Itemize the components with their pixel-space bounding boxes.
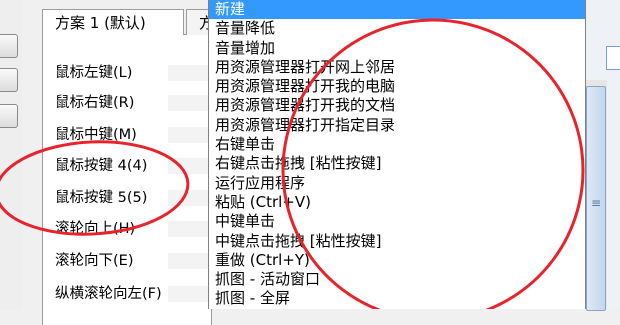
- dropdown-item[interactable]: 音量增加: [209, 39, 585, 58]
- tab-scheme-1[interactable]: 方案 1 (默认): [42, 9, 184, 35]
- dropdown-item[interactable]: 用资源管理器打开指定目录: [209, 116, 585, 135]
- mouse-button-label: 鼠标中键(M): [55, 127, 137, 143]
- side-button[interactable]: [0, 34, 18, 58]
- mouse-button-label: 鼠标按键 4(4): [55, 158, 148, 174]
- dropdown-item[interactable]: 中键点击拖拽 [粘性按键]: [209, 232, 585, 251]
- dropdown-item[interactable]: 用资源管理器打开网上邻居: [209, 58, 585, 77]
- action-value-box[interactable]: [168, 286, 210, 302]
- dropdown-item[interactable]: 抓图 - 活动窗口: [209, 270, 585, 289]
- dropdown-item[interactable]: 右键单击: [209, 135, 585, 154]
- dropdown-item[interactable]: 粘贴 (Ctrl+V): [209, 193, 585, 212]
- dropdown-item[interactable]: 音量降低: [209, 19, 585, 38]
- action-value-box[interactable]: [168, 221, 210, 237]
- dropdown-item[interactable]: 中键单击: [209, 212, 585, 231]
- action-value-box[interactable]: [168, 95, 210, 111]
- dropdown-item[interactable]: 运行应用程序: [209, 174, 585, 193]
- edge-input-field[interactable]: [606, 46, 620, 70]
- dropdown-item[interactable]: 用资源管理器打开我的电脑: [209, 77, 585, 96]
- dropdown-item[interactable]: 抓图 - 全屏: [209, 289, 585, 308]
- action-value-box[interactable]: [168, 190, 210, 206]
- side-button[interactable]: [0, 68, 18, 92]
- action-value-box[interactable]: [168, 253, 210, 269]
- dropdown-item[interactable]: 新建: [209, 0, 585, 20]
- mouse-button-label: 纵横滚轮向左(F): [55, 286, 162, 302]
- mouse-button-label: 鼠标按键 5(5): [55, 190, 148, 206]
- dropdown-item[interactable]: 用资源管理器打开我的文档: [209, 96, 585, 115]
- mouse-button-label: 鼠标右键(R): [55, 95, 135, 111]
- mouse-button-label: 滚轮向上(H): [55, 221, 136, 237]
- scrollbar-grip-icon: ≡: [591, 196, 602, 210]
- dropdown-item[interactable]: 重做 (Ctrl+Y): [209, 251, 585, 270]
- mouse-button-label: 滚轮向下(E): [55, 253, 134, 269]
- mouse-button-label: 鼠标左键(L): [55, 65, 133, 81]
- action-value-box[interactable]: [168, 158, 210, 174]
- action-value-box[interactable]: [168, 65, 210, 81]
- action-dropdown-list[interactable]: 新建 音量降低 音量增加 用资源管理器打开网上邻居 用资源管理器打开我的电脑 用资源管理器…: [208, 0, 586, 309]
- side-button[interactable]: [0, 104, 18, 128]
- action-value-box[interactable]: [168, 127, 210, 143]
- dropdown-item[interactable]: 右键点击拖拽 [粘性按键]: [209, 154, 585, 173]
